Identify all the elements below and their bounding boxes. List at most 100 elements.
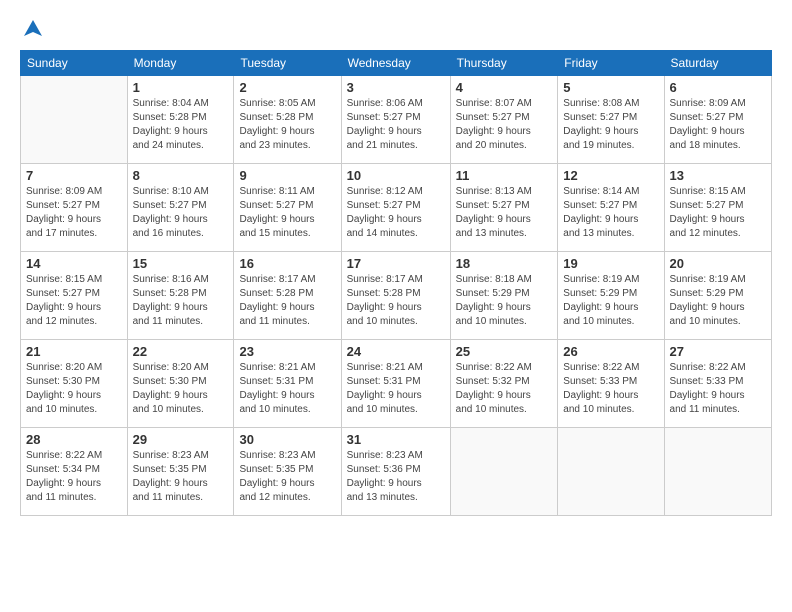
week-row-2: 14 Sunrise: 8:15 AM Sunset: 5:27 PM Dayli… xyxy=(21,252,772,340)
calendar-cell: 26 Sunrise: 8:22 AM Sunset: 5:33 PM Dayli… xyxy=(558,340,664,428)
day-number: 30 xyxy=(239,432,335,447)
day-info: Sunrise: 8:22 AM Sunset: 5:34 PM Dayligh… xyxy=(26,449,122,505)
calendar-cell: 15 Sunrise: 8:16 AM Sunset: 5:28 PM Dayli… xyxy=(127,252,234,340)
calendar-cell: 1Sunrise: 8:04 AM Sunset: 5:28 PM Daylig… xyxy=(127,76,234,164)
calendar-cell: 11Sunrise: 8:13 AM Sunset: 5:27 PM Dayli… xyxy=(450,164,558,252)
day-number: 31 xyxy=(347,432,445,447)
calendar-cell: 21 Sunrise: 8:20 AM Sunset: 5:30 PM Dayli… xyxy=(21,340,128,428)
day-number: 4 xyxy=(456,80,553,95)
day-number: 22 xyxy=(133,344,229,359)
calendar-cell: 8 Sunrise: 8:10 AM Sunset: 5:27 PM Daylig… xyxy=(127,164,234,252)
day-info: Sunrise: 8:14 AM Sunset: 5:27 PM Dayligh… xyxy=(563,185,658,241)
day-number: 9 xyxy=(239,168,335,183)
day-number: 19 xyxy=(563,256,658,271)
day-number: 5 xyxy=(563,80,658,95)
calendar-cell xyxy=(664,428,771,516)
day-info: Sunrise: 8:21 AM Sunset: 5:31 PM Dayligh… xyxy=(347,361,445,417)
day-number: 16 xyxy=(239,256,335,271)
day-info: Sunrise: 8:22 AM Sunset: 5:32 PM Dayligh… xyxy=(456,361,553,417)
day-number: 14 xyxy=(26,256,122,271)
calendar-cell: 5 Sunrise: 8:08 AM Sunset: 5:27 PM Daylig… xyxy=(558,76,664,164)
day-info: Sunrise: 8:05 AM Sunset: 5:28 PM Dayligh… xyxy=(239,97,335,153)
day-number: 27 xyxy=(670,344,766,359)
weekday-thursday: Thursday xyxy=(450,51,558,76)
day-number: 3 xyxy=(347,80,445,95)
day-number: 23 xyxy=(239,344,335,359)
week-row-0: 1Sunrise: 8:04 AM Sunset: 5:28 PM Daylig… xyxy=(21,76,772,164)
day-info: Sunrise: 8:17 AM Sunset: 5:28 PM Dayligh… xyxy=(347,273,445,329)
day-info: Sunrise: 8:13 AM Sunset: 5:27 PM Dayligh… xyxy=(456,185,553,241)
day-info: Sunrise: 8:22 AM Sunset: 5:33 PM Dayligh… xyxy=(670,361,766,417)
page: SundayMondayTuesdayWednesdayThursdayFrid… xyxy=(0,0,792,612)
weekday-tuesday: Tuesday xyxy=(234,51,341,76)
calendar-cell: 6 Sunrise: 8:09 AM Sunset: 5:27 PM Daylig… xyxy=(664,76,771,164)
day-info: Sunrise: 8:06 AM Sunset: 5:27 PM Dayligh… xyxy=(347,97,445,153)
day-number: 25 xyxy=(456,344,553,359)
day-number: 10 xyxy=(347,168,445,183)
day-info: Sunrise: 8:10 AM Sunset: 5:27 PM Dayligh… xyxy=(133,185,229,241)
day-info: Sunrise: 8:09 AM Sunset: 5:27 PM Dayligh… xyxy=(26,185,122,241)
calendar-cell: 31 Sunrise: 8:23 AM Sunset: 5:36 PM Dayli… xyxy=(341,428,450,516)
day-number: 18 xyxy=(456,256,553,271)
weekday-saturday: Saturday xyxy=(664,51,771,76)
day-number: 20 xyxy=(670,256,766,271)
calendar-cell xyxy=(558,428,664,516)
day-info: Sunrise: 8:20 AM Sunset: 5:30 PM Dayligh… xyxy=(26,361,122,417)
day-info: Sunrise: 8:20 AM Sunset: 5:30 PM Dayligh… xyxy=(133,361,229,417)
day-info: Sunrise: 8:23 AM Sunset: 5:35 PM Dayligh… xyxy=(133,449,229,505)
week-row-1: 7 Sunrise: 8:09 AM Sunset: 5:27 PM Daylig… xyxy=(21,164,772,252)
calendar-cell: 7 Sunrise: 8:09 AM Sunset: 5:27 PM Daylig… xyxy=(21,164,128,252)
day-number: 7 xyxy=(26,168,122,183)
day-info: Sunrise: 8:15 AM Sunset: 5:27 PM Dayligh… xyxy=(26,273,122,329)
calendar-cell: 27 Sunrise: 8:22 AM Sunset: 5:33 PM Dayli… xyxy=(664,340,771,428)
calendar-cell: 24 Sunrise: 8:21 AM Sunset: 5:31 PM Dayli… xyxy=(341,340,450,428)
day-info: Sunrise: 8:18 AM Sunset: 5:29 PM Dayligh… xyxy=(456,273,553,329)
day-info: Sunrise: 8:12 AM Sunset: 5:27 PM Dayligh… xyxy=(347,185,445,241)
calendar-cell: 20 Sunrise: 8:19 AM Sunset: 5:29 PM Dayli… xyxy=(664,252,771,340)
weekday-monday: Monday xyxy=(127,51,234,76)
week-row-3: 21 Sunrise: 8:20 AM Sunset: 5:30 PM Dayli… xyxy=(21,340,772,428)
day-number: 24 xyxy=(347,344,445,359)
day-number: 2 xyxy=(239,80,335,95)
day-number: 6 xyxy=(670,80,766,95)
calendar-cell: 2 Sunrise: 8:05 AM Sunset: 5:28 PM Daylig… xyxy=(234,76,341,164)
weekday-header-row: SundayMondayTuesdayWednesdayThursdayFrid… xyxy=(21,51,772,76)
calendar-cell: 17 Sunrise: 8:17 AM Sunset: 5:28 PM Dayli… xyxy=(341,252,450,340)
day-info: Sunrise: 8:16 AM Sunset: 5:28 PM Dayligh… xyxy=(133,273,229,329)
calendar-cell: 4 Sunrise: 8:07 AM Sunset: 5:27 PM Daylig… xyxy=(450,76,558,164)
calendar-cell: 3 Sunrise: 8:06 AM Sunset: 5:27 PM Daylig… xyxy=(341,76,450,164)
day-info: Sunrise: 8:19 AM Sunset: 5:29 PM Dayligh… xyxy=(563,273,658,329)
logo xyxy=(20,18,44,40)
calendar-cell: 10 Sunrise: 8:12 AM Sunset: 5:27 PM Dayli… xyxy=(341,164,450,252)
calendar-cell xyxy=(21,76,128,164)
calendar-cell: 18 Sunrise: 8:18 AM Sunset: 5:29 PM Dayli… xyxy=(450,252,558,340)
week-row-4: 28Sunrise: 8:22 AM Sunset: 5:34 PM Dayli… xyxy=(21,428,772,516)
day-number: 15 xyxy=(133,256,229,271)
calendar-cell: 22 Sunrise: 8:20 AM Sunset: 5:30 PM Dayli… xyxy=(127,340,234,428)
day-number: 21 xyxy=(26,344,122,359)
day-number: 1 xyxy=(133,80,229,95)
calendar-cell: 23 Sunrise: 8:21 AM Sunset: 5:31 PM Dayli… xyxy=(234,340,341,428)
day-number: 13 xyxy=(670,168,766,183)
calendar-cell: 30 Sunrise: 8:23 AM Sunset: 5:35 PM Dayli… xyxy=(234,428,341,516)
weekday-wednesday: Wednesday xyxy=(341,51,450,76)
calendar-cell: 29Sunrise: 8:23 AM Sunset: 5:35 PM Dayli… xyxy=(127,428,234,516)
day-info: Sunrise: 8:23 AM Sunset: 5:36 PM Dayligh… xyxy=(347,449,445,505)
calendar-cell: 28Sunrise: 8:22 AM Sunset: 5:34 PM Dayli… xyxy=(21,428,128,516)
day-number: 17 xyxy=(347,256,445,271)
calendar-table: SundayMondayTuesdayWednesdayThursdayFrid… xyxy=(20,50,772,516)
day-info: Sunrise: 8:07 AM Sunset: 5:27 PM Dayligh… xyxy=(456,97,553,153)
day-info: Sunrise: 8:15 AM Sunset: 5:27 PM Dayligh… xyxy=(670,185,766,241)
day-info: Sunrise: 8:19 AM Sunset: 5:29 PM Dayligh… xyxy=(670,273,766,329)
day-info: Sunrise: 8:08 AM Sunset: 5:27 PM Dayligh… xyxy=(563,97,658,153)
calendar-cell: 25 Sunrise: 8:22 AM Sunset: 5:32 PM Dayli… xyxy=(450,340,558,428)
day-info: Sunrise: 8:17 AM Sunset: 5:28 PM Dayligh… xyxy=(239,273,335,329)
day-number: 8 xyxy=(133,168,229,183)
day-info: Sunrise: 8:09 AM Sunset: 5:27 PM Dayligh… xyxy=(670,97,766,153)
day-info: Sunrise: 8:23 AM Sunset: 5:35 PM Dayligh… xyxy=(239,449,335,505)
weekday-friday: Friday xyxy=(558,51,664,76)
day-number: 26 xyxy=(563,344,658,359)
calendar-cell: 9Sunrise: 8:11 AM Sunset: 5:27 PM Daylig… xyxy=(234,164,341,252)
day-info: Sunrise: 8:22 AM Sunset: 5:33 PM Dayligh… xyxy=(563,361,658,417)
day-info: Sunrise: 8:21 AM Sunset: 5:31 PM Dayligh… xyxy=(239,361,335,417)
